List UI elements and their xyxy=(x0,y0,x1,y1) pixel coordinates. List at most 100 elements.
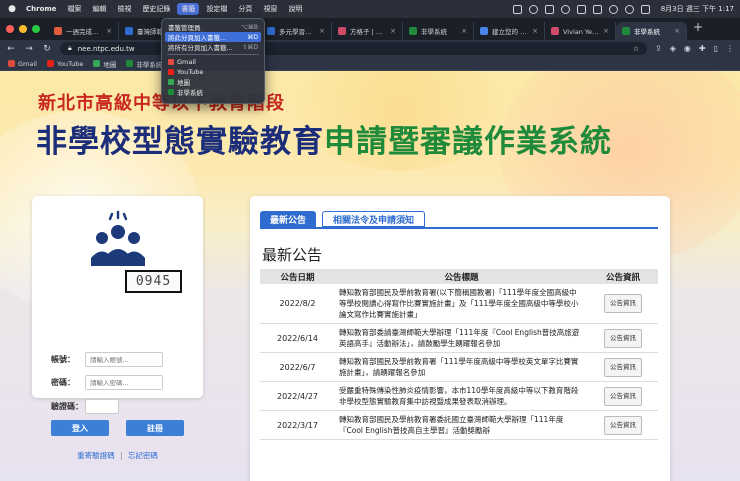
extensions-puzzle-icon[interactable]: ✚ xyxy=(699,44,706,53)
announcement-info-button[interactable]: 公告資訊 xyxy=(604,294,642,313)
tab-close-icon[interactable]: × xyxy=(319,27,325,35)
menu-bookmark-youtube[interactable]: YouTube xyxy=(165,67,261,77)
bookmark-this-tab-item[interactable]: 將此分頁加入書籤... ⌘D xyxy=(165,32,261,42)
tab-close-icon[interactable]: × xyxy=(461,27,467,35)
omnibox[interactable]: 🔒︎ nee.ntpc.edu.tw ☆ xyxy=(60,42,648,55)
tab-close-icon[interactable]: × xyxy=(674,27,680,35)
menu-history[interactable]: 歷史記錄 xyxy=(142,4,170,14)
menu-file[interactable]: 檔案 xyxy=(67,4,81,14)
url-text[interactable]: nee.ntpc.edu.tw xyxy=(78,45,135,53)
youtube-icon xyxy=(168,69,174,75)
account-input[interactable] xyxy=(85,352,163,367)
browser-tab[interactable]: 方格子 | 我的 × xyxy=(332,22,403,40)
menu-item-label: 書籤管理員 xyxy=(168,24,201,32)
sidebar-icon[interactable]: ▯ xyxy=(714,44,718,53)
bookmark-all-tabs-item[interactable]: 將所有分頁加入書籤... ⇧⌘D xyxy=(165,42,261,53)
status-app-icon[interactable] xyxy=(512,4,522,14)
browser-tab[interactable]: 建立您的 Goo × xyxy=(474,22,545,40)
menu-shortcut: ⇧⌘D xyxy=(242,43,258,51)
bookmark-label: YouTube xyxy=(56,59,84,68)
bookmarks-menu: 書籤管理員 ⌥⌘B 將此分頁加入書籤... ⌘D 將所有分頁加入書籤... ⇧⌘D G… xyxy=(161,18,265,104)
menubar-clock[interactable]: 8月3日 週三 下午 1:17 xyxy=(661,4,734,14)
password-label: 密碼： xyxy=(51,378,75,387)
browser-tab[interactable]: 非學系統 × xyxy=(616,22,687,40)
browser-tab[interactable]: Vivian Yeh | 方 × xyxy=(545,22,616,40)
account-label: 帳號： xyxy=(51,355,75,364)
resend-code-link[interactable]: 重寄驗證碼 xyxy=(77,451,115,460)
bookmark-star-icon[interactable]: ☆ xyxy=(633,45,639,53)
announcement-info-button[interactable]: 公告資訊 xyxy=(604,415,642,435)
menu-view[interactable]: 檢視 xyxy=(117,4,131,14)
login-button[interactable]: 登入 xyxy=(51,420,109,436)
bookmark-gmail[interactable]: Gmail xyxy=(8,60,37,68)
announcement-title: 轉知教育部國民及學前教育署「111學年度高級中等學校英文單字比賽實施計畫」，請踴… xyxy=(335,352,588,382)
tab-close-icon[interactable]: × xyxy=(106,27,112,35)
tab-favicon-icon xyxy=(267,27,275,35)
control-center-icon[interactable] xyxy=(640,4,650,14)
password-input[interactable] xyxy=(85,375,163,390)
status-chat-icon[interactable] xyxy=(528,4,538,14)
bookmark-youtube[interactable]: YouTube xyxy=(46,59,84,68)
menu-help[interactable]: 說明 xyxy=(288,4,302,14)
announcement-info-button[interactable]: 公告資訊 xyxy=(604,386,642,406)
apple-icon[interactable]: ● xyxy=(6,4,18,14)
announcement-date: 2022/3/17 xyxy=(260,410,335,440)
menu-bookmark-maps[interactable]: 地圖 xyxy=(165,77,261,87)
menu-tab[interactable]: 分頁 xyxy=(238,4,252,14)
menubar: ● Chrome 檔案 編輯 檢視 歷史記錄 書籤 設定檔 分頁 視窗 說明 8… xyxy=(0,0,740,18)
register-button[interactable]: 註冊 xyxy=(126,420,184,436)
back-icon[interactable]: ← xyxy=(6,44,16,54)
tab-favicon-icon xyxy=(54,27,62,35)
profile-icon[interactable]: ◉ xyxy=(684,44,691,53)
tab-latest-news[interactable]: 最新公告 xyxy=(260,211,317,227)
section-title: 最新公告 xyxy=(262,246,323,264)
bookmark-manager-item[interactable]: 書籤管理員 ⌥⌘B xyxy=(165,22,261,33)
announcement-title: 轉知教育部國民及學前教育署(以下簡稱國教署)「111學年度全國高級中等學校閱讀心… xyxy=(335,284,588,324)
menu-bookmark-nee[interactable]: 非學系統 xyxy=(165,87,261,97)
menu-edit[interactable]: 編輯 xyxy=(92,4,106,14)
tab-close-icon[interactable]: × xyxy=(603,27,609,35)
tab-close-icon[interactable]: × xyxy=(390,27,396,35)
tab-underline xyxy=(260,227,658,229)
spotlight-search-icon[interactable] xyxy=(624,4,634,14)
browser-tab[interactable]: 非學系統 × xyxy=(403,22,474,40)
tab-label: 非學系統 xyxy=(634,28,660,36)
status-bluetooth-icon[interactable] xyxy=(576,4,586,14)
browser-tab[interactable]: 一週完成自學 × xyxy=(48,22,119,40)
browser-tab[interactable]: 多元學習資源 × xyxy=(261,22,332,40)
menu-bookmark-gmail[interactable]: Gmail xyxy=(165,57,261,67)
forgot-password-link[interactable]: 忘記密碼 xyxy=(128,451,158,460)
close-window-button[interactable] xyxy=(6,25,14,33)
tab-favicon-icon xyxy=(551,27,559,35)
menu-profiles[interactable]: 設定檔 xyxy=(206,4,227,14)
share-icon[interactable]: ⇪ xyxy=(655,44,662,53)
status-battery-icon[interactable] xyxy=(592,4,602,14)
menu-app-chrome[interactable]: Chrome xyxy=(26,5,56,13)
status-record-icon[interactable] xyxy=(560,4,570,14)
bookmark-nee[interactable]: 非學系統 xyxy=(126,59,162,69)
menu-window[interactable]: 視窗 xyxy=(263,4,277,14)
forward-icon[interactable]: → xyxy=(24,44,34,54)
zoom-window-button[interactable] xyxy=(32,25,40,33)
tab-close-icon[interactable]: × xyxy=(532,27,538,35)
wifi-icon[interactable] xyxy=(608,4,618,14)
announcement-date: 2022/6/14 xyxy=(260,323,335,353)
menu-bookmarks[interactable]: 書籤 xyxy=(177,3,200,15)
captcha-label: 驗證碼： xyxy=(51,402,83,411)
bookmark-maps[interactable]: 地圖 xyxy=(93,59,116,69)
bookmark-label: 地圖 xyxy=(103,60,117,69)
captcha-input[interactable] xyxy=(85,399,119,414)
reload-icon[interactable]: ↻ xyxy=(42,44,52,54)
new-tab-button[interactable]: + xyxy=(693,20,703,40)
announcement-info-button[interactable]: 公告資訊 xyxy=(604,328,642,348)
tab-regulations[interactable]: 相關法令及申請須知 xyxy=(322,211,426,227)
lock-icon[interactable]: 🔒︎ xyxy=(68,44,72,53)
bookmark-label: Gmail xyxy=(18,59,37,68)
announcement-info-cell: 公告資訊 xyxy=(588,410,658,440)
extension-icon[interactable]: ◈ xyxy=(670,44,676,53)
minimize-window-button[interactable] xyxy=(19,25,27,33)
captcha-image[interactable]: 0945 xyxy=(125,270,182,293)
status-cloud-icon[interactable] xyxy=(544,4,554,14)
announcement-info-button[interactable]: 公告資訊 xyxy=(604,357,642,377)
more-menu-icon[interactable]: ⋮ xyxy=(726,44,734,53)
